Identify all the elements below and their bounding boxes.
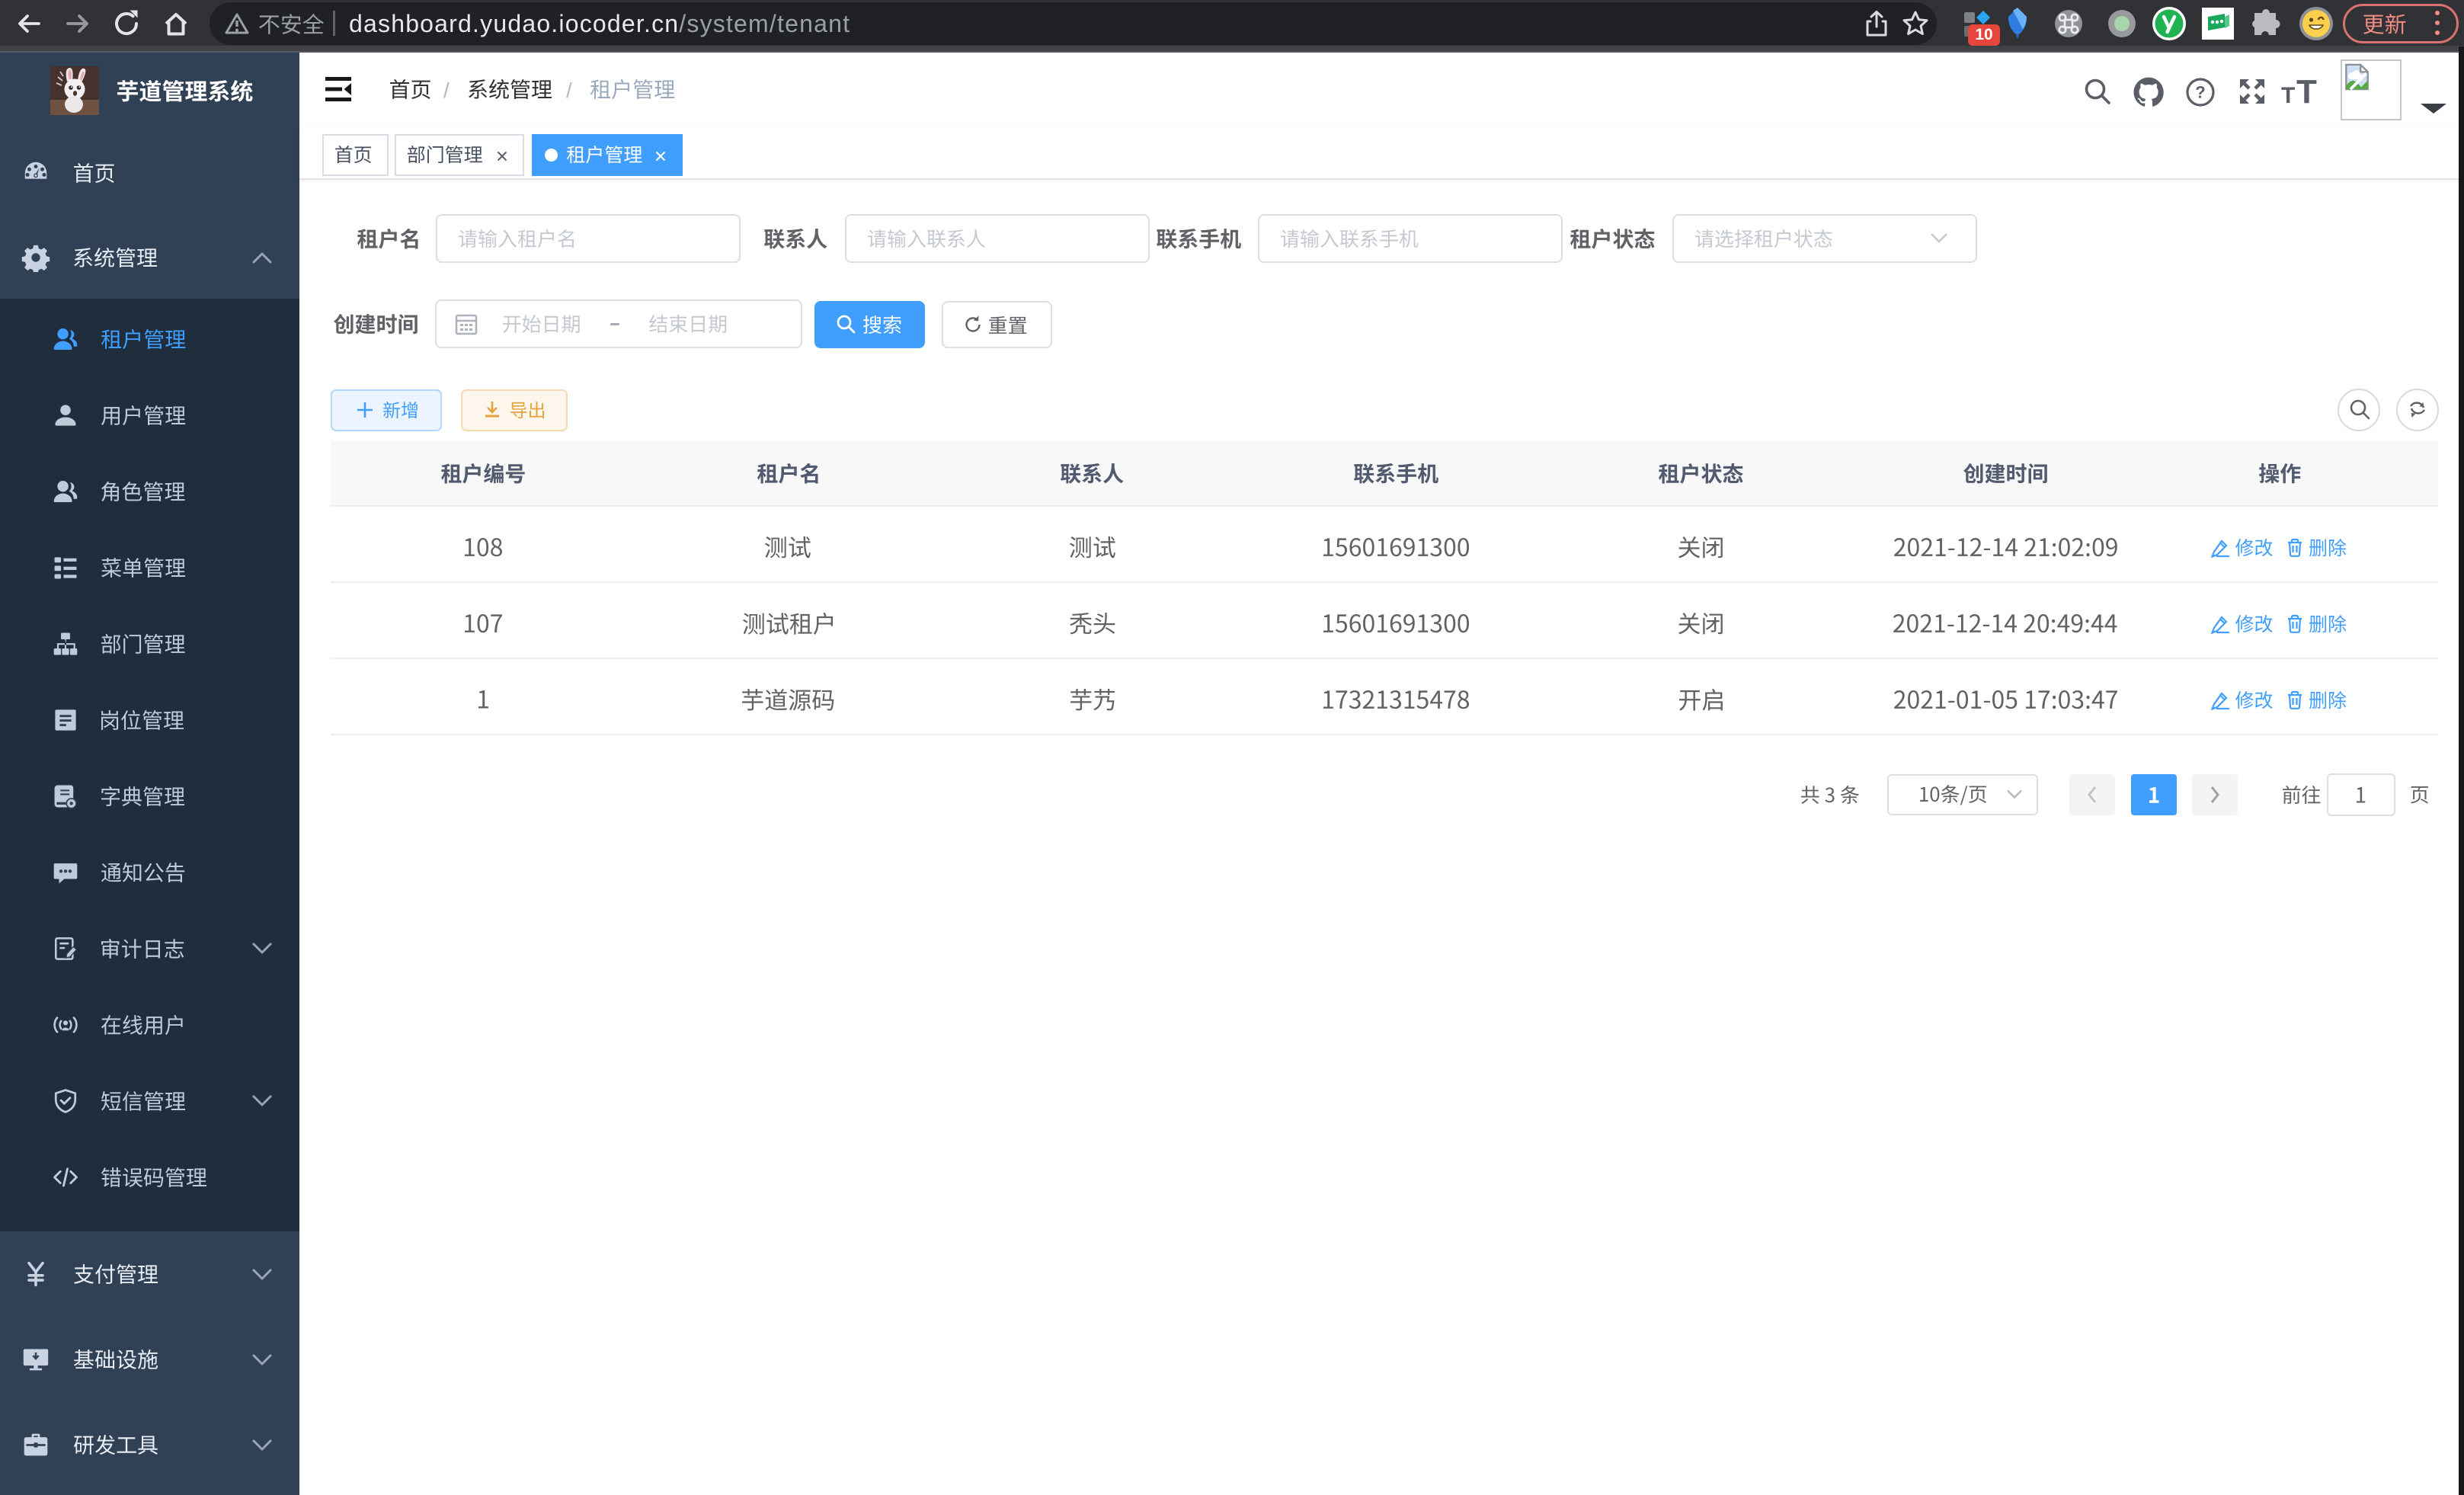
svg-text:?: ? — [2195, 83, 2205, 102]
svg-text:T: T — [2296, 78, 2317, 106]
svg-text:T: T — [2281, 83, 2295, 106]
